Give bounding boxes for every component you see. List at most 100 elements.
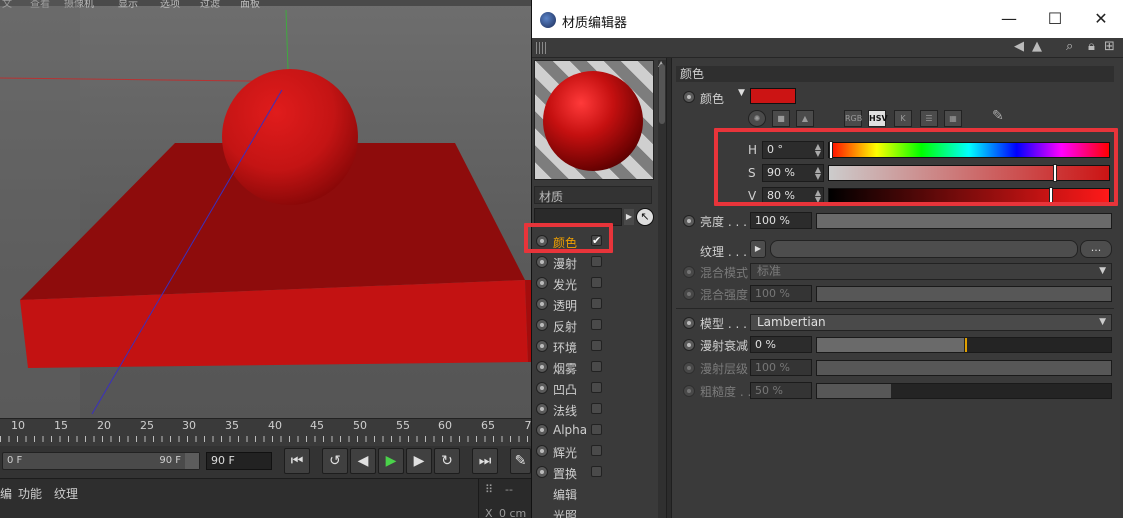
channel-alpha[interactable]: Alpha — [534, 420, 658, 440]
brightness-slider[interactable] — [816, 213, 1112, 229]
channel-scrollbar[interactable]: ▲ — [658, 59, 666, 518]
step-back-icon[interactable]: ◀ — [350, 448, 376, 474]
timeline-ruler[interactable]: 10 15 20 25 30 35 40 45 50 55 60 65 7 — [0, 418, 532, 446]
channel-bump[interactable]: 凹凸 — [534, 378, 658, 398]
diffuse-falloff-slider[interactable] — [816, 337, 1112, 353]
material-name-field[interactable]: 材质 — [534, 186, 652, 204]
hue-slider[interactable] — [828, 141, 1110, 159]
channel-radio[interactable] — [536, 424, 548, 436]
channel-radio[interactable] — [536, 382, 548, 394]
channel-checkbox[interactable] — [591, 298, 602, 309]
channel-checkbox[interactable] — [591, 319, 602, 330]
rgb-mode-button[interactable]: RGB — [844, 110, 862, 127]
range-handle[interactable] — [185, 453, 199, 469]
panel-divider[interactable] — [666, 58, 672, 518]
back-arrow-icon[interactable]: ◀ — [1014, 39, 1024, 54]
channel-radio[interactable] — [536, 235, 548, 247]
go-start-icon[interactable]: ⏮ — [284, 448, 310, 474]
swatches-icon[interactable]: ▦ — [944, 110, 962, 127]
channel-reflectance[interactable]: 反射 — [534, 315, 658, 335]
color-wheel-icon[interactable]: ✺ — [748, 110, 766, 127]
channel-checkbox[interactable] — [591, 445, 602, 456]
value-slider-knob[interactable] — [1049, 187, 1053, 205]
maximize-icon[interactable]: ☐ — [1032, 0, 1078, 38]
channel-radio[interactable] — [536, 466, 548, 478]
up-arrow-icon[interactable]: ▲ — [1032, 39, 1042, 54]
brightness-input[interactable]: 100 % — [750, 212, 812, 229]
kelvin-mode-button[interactable]: K — [894, 110, 912, 127]
channel-checkbox[interactable] — [591, 466, 602, 477]
saturation-slider[interactable] — [828, 164, 1110, 182]
channel-transparency[interactable]: 透明 — [534, 294, 658, 314]
bottom-menu-item[interactable]: 编 — [0, 485, 12, 502]
material-link-field[interactable] — [534, 208, 622, 226]
record-icon[interactable]: ✎ — [510, 448, 531, 474]
pick-arrow-icon[interactable]: ↖ — [636, 208, 654, 226]
channel-illumination[interactable]: 光照 — [534, 504, 658, 518]
prev-key-icon[interactable]: ↺ — [322, 448, 348, 474]
value-input[interactable]: 80 % ▲ ▼ — [762, 187, 824, 205]
play-icon[interactable]: ▶ — [378, 448, 404, 474]
eyedropper-icon[interactable]: ✎ — [992, 108, 1004, 124]
channel-radio[interactable] — [536, 361, 548, 373]
channel-color[interactable]: 颜色 ✔ — [534, 231, 658, 251]
model-dropdown[interactable]: Lambertian ▼ — [750, 314, 1112, 331]
channel-radio[interactable] — [536, 319, 548, 331]
channel-luminance[interactable]: 发光 — [534, 273, 658, 293]
channel-radio[interactable] — [536, 340, 548, 352]
mixer-icon[interactable]: ☰ — [920, 110, 938, 127]
color-radio[interactable] — [683, 91, 695, 103]
minimize-icon[interactable]: — — [986, 0, 1032, 38]
saturation-input[interactable]: 90 % ▲ ▼ — [762, 164, 824, 182]
channel-displacement[interactable]: 置换 — [534, 462, 658, 482]
color-swatch-arrow-icon[interactable]: ▼ — [738, 88, 745, 98]
title-bar[interactable]: 材质编辑器 — ☐ ✕ — [532, 0, 1123, 38]
model-radio[interactable] — [683, 317, 695, 329]
diffuse-falloff-input[interactable]: 0 % — [750, 336, 812, 353]
new-panel-icon[interactable]: ⊞ — [1104, 39, 1115, 54]
hue-slider-knob[interactable] — [829, 141, 833, 159]
slider-marker[interactable] — [965, 338, 967, 352]
channel-checkbox[interactable] — [591, 361, 602, 372]
channel-editor[interactable]: 编辑 — [534, 483, 658, 503]
texture-arrow-icon[interactable]: ▶ — [750, 240, 766, 258]
image-icon[interactable]: ▲ — [796, 110, 814, 127]
lock-icon[interactable]: 🔒︎ — [1088, 39, 1095, 54]
spectrum-icon[interactable]: ■ — [772, 110, 790, 127]
channel-fog[interactable]: 烟雾 — [534, 357, 658, 377]
close-icon[interactable]: ✕ — [1078, 0, 1123, 38]
step-forward-icon[interactable]: ▶ — [406, 448, 432, 474]
texture-field[interactable] — [770, 240, 1078, 258]
next-key-icon[interactable]: ↻ — [434, 448, 460, 474]
color-swatch[interactable] — [750, 88, 796, 104]
channel-checkbox[interactable] — [591, 382, 602, 393]
channel-glow[interactable]: 辉光 — [534, 441, 658, 461]
bottom-menu-item[interactable]: 功能 — [18, 485, 42, 502]
material-preview[interactable] — [534, 60, 654, 180]
frame-range-slider[interactable]: 0 F 90 F — [2, 452, 200, 470]
channel-environment[interactable]: 环境 — [534, 336, 658, 356]
go-end-icon[interactable]: ⏭ — [472, 448, 498, 474]
channel-radio[interactable] — [536, 256, 548, 268]
current-frame-field[interactable]: 90 F — [206, 452, 272, 470]
channel-checkbox-checked[interactable]: ✔ — [591, 235, 602, 246]
bottom-menu-item[interactable]: 纹理 — [54, 485, 78, 502]
coord-x-value[interactable]: 0 cm — [499, 507, 526, 518]
channel-checkbox[interactable] — [591, 424, 602, 435]
saturation-slider-knob[interactable] — [1053, 164, 1057, 182]
channel-checkbox[interactable] — [591, 277, 602, 288]
channel-radio[interactable] — [536, 403, 548, 415]
3d-viewport[interactable]: 文 查看 摄像机 显示 选项 过滤 面板 — [0, 0, 531, 418]
texture-more-button[interactable]: ... — [1080, 240, 1112, 258]
channel-checkbox[interactable] — [591, 256, 602, 267]
channel-radio[interactable] — [536, 277, 548, 289]
channel-radio[interactable] — [536, 298, 548, 310]
channel-radio[interactable] — [536, 445, 548, 457]
hsv-mode-button[interactable]: HSV — [868, 110, 888, 127]
channel-checkbox[interactable] — [591, 403, 602, 414]
channel-normal[interactable]: 法线 — [534, 399, 658, 419]
search-icon[interactable]: ⌕ — [1066, 39, 1073, 54]
scroll-thumb[interactable] — [659, 64, 665, 124]
material-link-arrow-icon[interactable]: ▶ — [624, 209, 634, 225]
value-slider[interactable] — [828, 187, 1110, 205]
